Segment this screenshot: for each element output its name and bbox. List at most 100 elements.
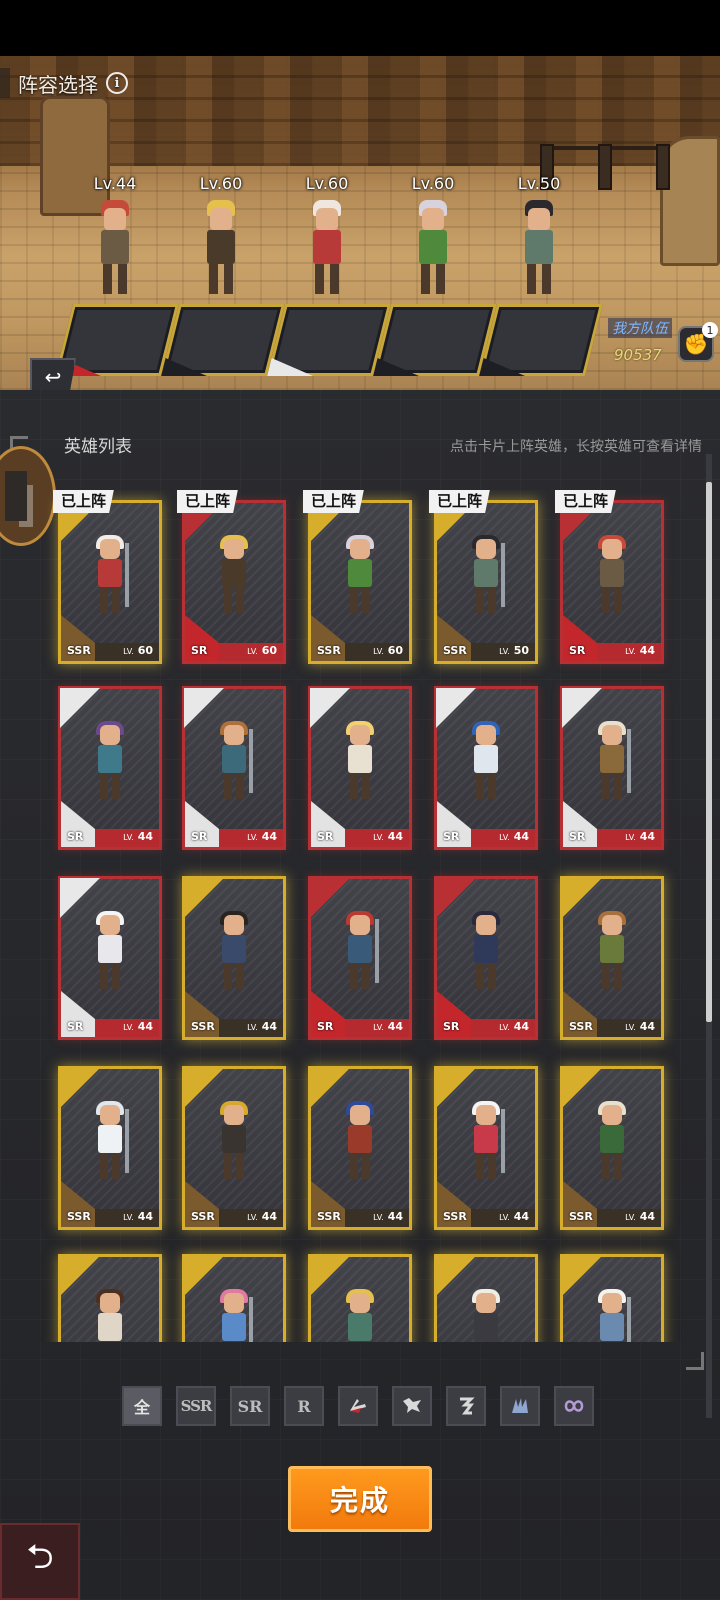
hero-level: LV. 44: [625, 644, 655, 657]
hero-card[interactable]: SSR LV. 60 已上阵: [303, 490, 412, 664]
scrollbar-thumb[interactable]: [706, 482, 712, 1022]
hero-card[interactable]: SSRLV.44: [434, 1066, 538, 1230]
hero-rarity: SSR: [443, 1210, 467, 1223]
formation-slot[interactable]: Lv.60: [373, 174, 497, 376]
hero-portrait: [461, 721, 511, 805]
hero-portrait: [335, 721, 385, 805]
hero-card[interactable]: SSRLV.44: [182, 1254, 286, 1342]
hero-card[interactable]: SSRLV.44: [308, 1254, 412, 1342]
filter-sr-button[interactable]: SR: [230, 1386, 270, 1426]
hero-card[interactable]: SSR LV. 50 已上阵: [429, 490, 538, 664]
hero-portrait: [85, 1101, 135, 1185]
level-prefix: LV.: [499, 647, 510, 656]
hero-portrait: [85, 1289, 135, 1342]
level-prefix: LV.: [625, 1023, 636, 1032]
hero-card[interactable]: SR LV. 44: [308, 686, 412, 850]
hero-portrait: [209, 721, 259, 805]
hero-portrait: [461, 1289, 511, 1342]
panel-corner: [686, 1352, 704, 1370]
hero-rarity: SR: [317, 830, 334, 843]
hero-card[interactable]: SSRLV.44: [560, 1066, 664, 1230]
hero-card[interactable]: SSRLV.44: [308, 1066, 412, 1230]
hero-level-value: 44: [261, 1020, 277, 1033]
formation-scene: 阵容选择 i Lv.44 Lv.60 Lv.60 Lv.60 Lv.50 我方队伍 90…: [0, 56, 720, 390]
level-prefix: LV.: [123, 1023, 134, 1032]
hero-portrait: [461, 535, 511, 619]
hero-card[interactable]: SR LV. 44: [434, 876, 538, 1040]
hero-level-value: 60: [261, 644, 277, 657]
hero-card[interactable]: SR LV. 44: [58, 686, 162, 850]
filter-all-button[interactable]: 全: [122, 1386, 162, 1426]
deployed-tag: 已上阵: [429, 490, 491, 513]
wolf-faction-icon[interactable]: [392, 1386, 432, 1426]
level-prefix: LV.: [625, 833, 636, 842]
back-button[interactable]: ⮌: [0, 1523, 80, 1600]
hero-card[interactable]: SSRLV.44: [434, 1254, 538, 1342]
slot-level: Lv.60: [199, 174, 243, 193]
hero-portrait: [209, 1289, 259, 1342]
claw-faction-icon[interactable]: [338, 1386, 378, 1426]
hero-card[interactable]: SSRLV.44: [560, 876, 664, 1040]
hero-level: LV. 44: [625, 830, 655, 843]
hero-level: LV. 60: [247, 644, 277, 657]
filter-ssr-button[interactable]: SSR: [176, 1386, 216, 1426]
formation-slot[interactable]: Lv.60: [161, 174, 285, 376]
hero-card[interactable]: SSRLV.44: [560, 1254, 664, 1342]
hero-card[interactable]: SSRLV.44: [182, 876, 286, 1040]
fist-icon[interactable]: ✊ 1: [678, 322, 718, 362]
hero-card[interactable]: SSR LV. 60 已上阵: [53, 490, 162, 664]
level-prefix: LV.: [499, 1213, 510, 1222]
filter-r-button[interactable]: R: [284, 1386, 324, 1426]
hero-card[interactable]: SR LV. 44: [58, 876, 162, 1040]
hero-level-value: 44: [137, 830, 153, 843]
wing-faction-icon[interactable]: [500, 1386, 540, 1426]
hero-portrait: [85, 721, 135, 805]
hero-level-value: 50: [513, 644, 529, 657]
hero-rarity: SR: [191, 830, 208, 843]
hero-level-value: 44: [387, 1020, 403, 1033]
hero-level: LV. 44: [123, 1210, 153, 1223]
hero-card[interactable]: SR LV. 44: [182, 686, 286, 850]
hero-card[interactable]: SSRLV.44: [182, 1066, 286, 1230]
hero-card[interactable]: SSRLV.44: [58, 1254, 162, 1342]
formation-slot[interactable]: Lv.44: [55, 174, 179, 376]
hero-card[interactable]: SR LV. 60 已上阵: [177, 490, 286, 664]
hero-rarity: SSR: [191, 1020, 215, 1033]
hero-portrait: [85, 911, 135, 995]
slot-platform: [479, 304, 603, 376]
hero-portrait: [587, 1101, 637, 1185]
serpent-faction-icon[interactable]: [446, 1386, 486, 1426]
info-icon[interactable]: i: [106, 72, 128, 94]
hero-card[interactable]: SR LV. 44: [434, 686, 538, 850]
hero-grid: SSR LV. 60 已上阵 SR LV. 60 已上阵 SSR LV. 60 已上阵 SSR LV. 50…: [0, 490, 700, 1342]
level-prefix: LV.: [499, 833, 510, 842]
hero-level: LV. 44: [373, 1020, 403, 1033]
level-prefix: LV.: [123, 833, 134, 842]
hero-level-value: 44: [137, 1210, 153, 1223]
hero-rarity: SSR: [317, 1210, 341, 1223]
hero-rarity: SSR: [191, 1210, 215, 1223]
hero-level: LV. 50: [499, 644, 529, 657]
hero-card[interactable]: SR LV. 44: [560, 686, 664, 850]
slot-level: Lv.50: [517, 174, 561, 193]
hero-card[interactable]: SR LV. 44 已上阵: [555, 490, 664, 664]
deployed-tag: 已上阵: [555, 490, 617, 513]
hero-level-value: 44: [387, 830, 403, 843]
hero-portrait: [587, 721, 637, 805]
hero-card[interactable]: SSRLV.44: [58, 1066, 162, 1230]
hero-rarity: SR: [67, 830, 84, 843]
hero-rarity: SSR: [443, 644, 467, 657]
formation-slot[interactable]: Lv.50: [479, 174, 603, 376]
hero-portrait: [335, 1101, 385, 1185]
hero-portrait: [587, 1289, 637, 1342]
level-prefix: LV.: [373, 833, 384, 842]
hero-card[interactable]: SR LV. 44: [308, 876, 412, 1040]
hero-portrait: [335, 1289, 385, 1342]
formation-slot[interactable]: Lv.60: [267, 174, 391, 376]
hero-rarity: SSR: [569, 1210, 593, 1223]
infinity-faction-icon[interactable]: [554, 1386, 594, 1426]
deployed-tag: 已上阵: [53, 490, 115, 513]
hero-level-value: 44: [513, 1020, 529, 1033]
done-button[interactable]: 完成: [288, 1466, 432, 1532]
level-prefix: LV.: [247, 833, 258, 842]
